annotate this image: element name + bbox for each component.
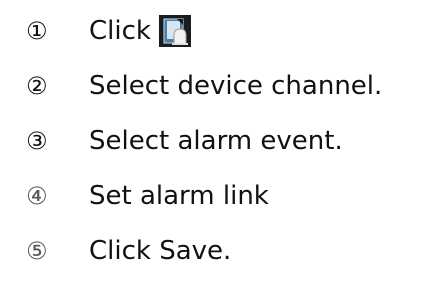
step-text: Set alarm link bbox=[89, 181, 269, 211]
step-number: ① bbox=[26, 17, 48, 45]
step-2: ② Select device channel. bbox=[26, 68, 382, 104]
step-number: ⑤ bbox=[26, 237, 48, 265]
instruction-steps: ① Click ② Select device channel. ③ Selec… bbox=[26, 13, 382, 269]
step-text: Select alarm event. bbox=[89, 126, 343, 156]
step-3: ③ Select alarm event. bbox=[26, 123, 382, 159]
step-number: ② bbox=[26, 72, 48, 100]
step-text: Click Save. bbox=[89, 236, 232, 266]
alarm-config-icon bbox=[158, 15, 191, 47]
step-number: ③ bbox=[26, 127, 48, 155]
step-text: Click bbox=[89, 16, 151, 46]
step-5: ⑤ Click Save. bbox=[26, 233, 382, 269]
step-number: ④ bbox=[26, 182, 48, 210]
step-1: ① Click bbox=[26, 13, 382, 49]
step-4: ④ Set alarm link bbox=[26, 178, 382, 214]
step-text: Select device channel. bbox=[89, 71, 383, 101]
